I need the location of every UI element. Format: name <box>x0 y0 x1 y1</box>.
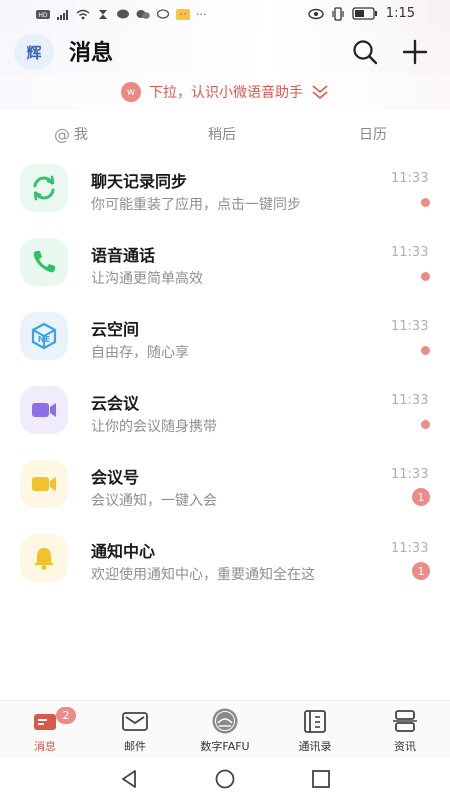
at-icon: @ <box>54 124 70 144</box>
recents-icon[interactable] <box>310 768 332 790</box>
tab-label: 邮件 <box>124 740 146 753</box>
mail-icon <box>122 712 148 731</box>
wechat-icon <box>136 10 150 19</box>
unread-badge: 1 <box>412 488 430 506</box>
bell-icon <box>20 534 68 582</box>
tab-contacts[interactable]: 通讯录 <box>280 707 350 754</box>
tab-later[interactable]: 稍后 <box>208 124 236 144</box>
list-item[interactable]: 语音通话 让沟通更简单高效 11:33 <box>0 224 450 298</box>
chat-notify-icon <box>117 9 129 19</box>
unread-dot <box>421 272 430 281</box>
back-icon[interactable] <box>118 768 140 790</box>
page-title: 消息 <box>69 41 114 66</box>
item-title: 会议号 <box>91 468 140 487</box>
add-icon[interactable] <box>401 38 429 66</box>
status-bar: HD ··· 1:15 <box>0 0 450 30</box>
tab-calendar-label: 日历 <box>359 127 387 143</box>
hourglass-icon <box>99 10 107 19</box>
chat-bubble-icon <box>156 9 170 19</box>
tab-digital-fafu[interactable]: 数字FAFU <box>190 707 260 754</box>
tab-label: 通讯录 <box>298 740 332 753</box>
item-title: 语音通话 <box>91 246 156 265</box>
item-title: 云会议 <box>91 394 140 413</box>
tab-label: 资讯 <box>394 740 416 753</box>
eye-icon <box>308 8 324 19</box>
list-item[interactable]: 会议号 会议通知，一键入会 11:33 1 <box>0 446 450 520</box>
more-notifications-icon: ··· <box>196 8 207 21</box>
news-icon <box>393 710 417 732</box>
list-item[interactable]: NE 云空间 自由存，随心享 11:33 <box>0 298 450 372</box>
filter-tabs: @ 我 稍后 日历 <box>0 116 450 150</box>
app-header: 辉 消息 <box>0 30 450 74</box>
list-item[interactable]: 云会议 让你的会议随身携带 11:33 <box>0 372 450 446</box>
unread-dot <box>421 420 430 429</box>
unread-badge: 1 <box>412 562 430 580</box>
item-subtitle: 你可能重装了应用，点击一键同步 <box>91 197 301 213</box>
status-icons-right: 1:15 <box>308 6 415 21</box>
cloud-space-icon: NE <box>20 312 68 360</box>
item-title: 云空间 <box>91 320 140 339</box>
item-time: 11:33 <box>391 467 429 482</box>
hd-icon: HD <box>36 10 50 19</box>
item-time: 11:33 <box>391 393 429 408</box>
list-item[interactable]: 聊天记录同步 你可能重装了应用，点击一键同步 11:33 <box>0 150 450 224</box>
video-icon <box>20 460 68 508</box>
signal-icon <box>57 10 68 20</box>
phone-icon <box>20 238 68 286</box>
contacts-icon <box>304 710 326 733</box>
item-title: 通知中心 <box>91 542 156 561</box>
item-subtitle: 让沟通更简单高效 <box>91 271 203 287</box>
wifi-icon <box>76 9 90 20</box>
app-notify-icon <box>176 9 190 20</box>
avatar[interactable]: 辉 <box>14 34 54 70</box>
unread-dot <box>421 346 430 355</box>
item-subtitle: 会议通知，一键入会 <box>91 493 217 509</box>
search-icon[interactable] <box>351 38 379 66</box>
tab-mail[interactable]: 邮件 <box>100 707 170 754</box>
list-item[interactable]: 通知中心 欢迎使用通知中心，重要通知全在这 11:33 1 <box>0 520 450 594</box>
voice-assistant-banner[interactable]: w 下拉，认识小微语音助手 <box>0 74 450 110</box>
item-subtitle: 让你的会议随身携带 <box>91 419 217 435</box>
item-title: 聊天记录同步 <box>91 172 188 191</box>
item-subtitle: 自由存，随心享 <box>91 345 189 361</box>
tab-later-label: 稍后 <box>208 127 236 143</box>
tab-label: 消息 <box>34 740 56 753</box>
double-chevron-down-icon <box>312 85 328 100</box>
item-time: 11:33 <box>391 171 429 186</box>
tab-mentions-label: 我 <box>74 127 88 143</box>
tab-calendar[interactable]: 日历 <box>359 124 387 144</box>
message-icon <box>34 714 56 730</box>
system-nav-bar <box>0 758 450 800</box>
item-time: 11:33 <box>391 319 429 334</box>
svg-text:HD: HD <box>38 12 48 19</box>
video-icon <box>20 386 68 434</box>
status-time: 1:15 <box>385 6 415 21</box>
svg-text:NE: NE <box>38 335 50 344</box>
tab-news[interactable]: 资讯 <box>370 707 440 754</box>
unread-dot <box>421 198 430 207</box>
home-icon[interactable] <box>214 768 236 790</box>
status-icons-left: HD ··· <box>36 8 207 21</box>
tab-messages[interactable]: 2 消息 <box>10 707 80 754</box>
bottom-tab-bar: 2 消息 邮件 数字FAFU 通讯录 资讯 <box>0 700 450 759</box>
tab-badge: 2 <box>56 707 76 724</box>
sync-icon <box>20 164 68 212</box>
banner-text: 下拉，认识小微语音助手 <box>149 85 303 101</box>
item-time: 11:33 <box>391 245 429 260</box>
tab-label: 数字FAFU <box>200 740 250 753</box>
vibrate-icon <box>332 6 344 21</box>
tab-mentions[interactable]: @ 我 <box>54 124 88 144</box>
battery-icon <box>352 7 377 20</box>
item-subtitle: 欢迎使用通知中心，重要通知全在这 <box>91 567 315 583</box>
campus-logo-icon <box>212 708 238 734</box>
assistant-logo-icon: w <box>121 82 141 102</box>
item-time: 11:33 <box>391 541 429 556</box>
